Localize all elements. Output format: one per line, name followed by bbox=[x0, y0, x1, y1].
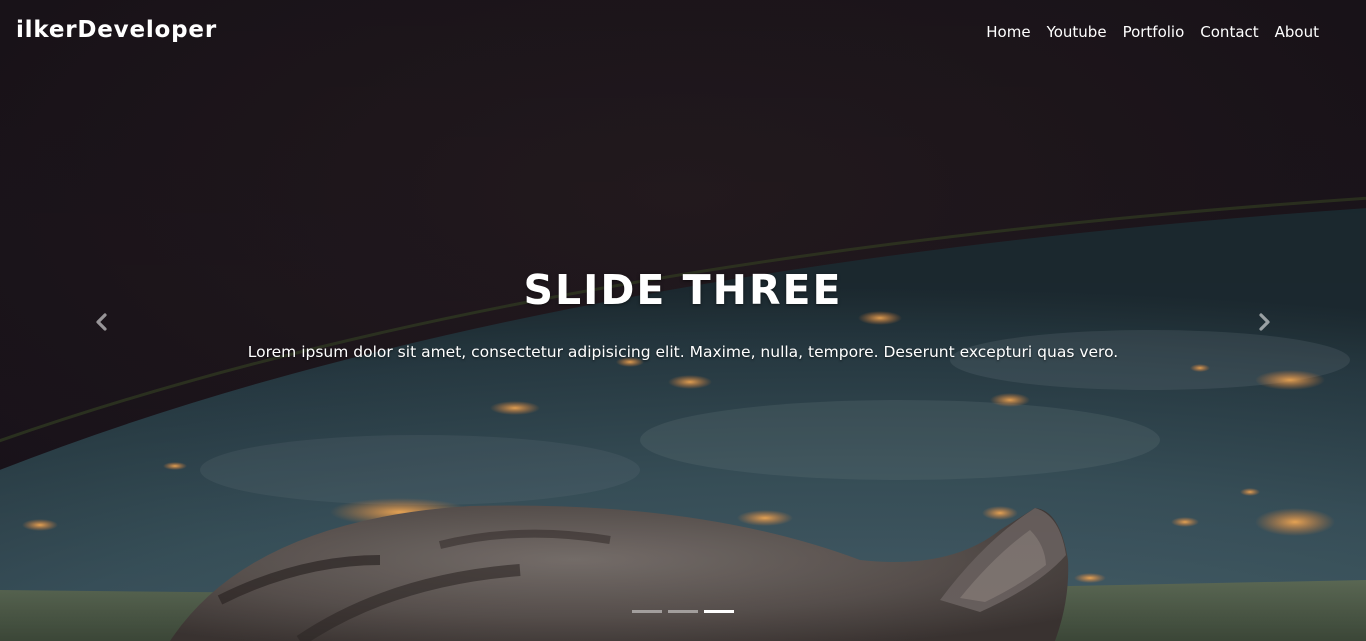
nav-link-home[interactable]: Home bbox=[978, 23, 1038, 41]
carousel-indicator-1[interactable] bbox=[632, 610, 662, 613]
nav-links: Home Youtube Portfolio Contact About bbox=[978, 23, 1327, 41]
nav-link-about[interactable]: About bbox=[1267, 23, 1327, 41]
carousel-caption: SLIDE THREE Lorem ipsum dolor sit amet, … bbox=[0, 264, 1366, 364]
carousel-indicators bbox=[0, 610, 1366, 613]
carousel-indicator-3[interactable] bbox=[704, 610, 734, 613]
brand-logo[interactable]: ilkerDeveloper bbox=[16, 17, 217, 43]
nav-link-portfolio[interactable]: Portfolio bbox=[1115, 23, 1193, 41]
top-navbar: ilkerDeveloper Home Youtube Portfolio Co… bbox=[0, 0, 1366, 66]
slide-description: Lorem ipsum dolor sit amet, consectetur … bbox=[247, 343, 1119, 361]
carousel-indicator-2[interactable] bbox=[668, 610, 698, 613]
slide-title: SLIDE THREE bbox=[523, 266, 843, 314]
hero-carousel: ilkerDeveloper Home Youtube Portfolio Co… bbox=[0, 0, 1366, 641]
nav-link-youtube[interactable]: Youtube bbox=[1039, 23, 1115, 41]
nav-link-contact[interactable]: Contact bbox=[1192, 23, 1266, 41]
